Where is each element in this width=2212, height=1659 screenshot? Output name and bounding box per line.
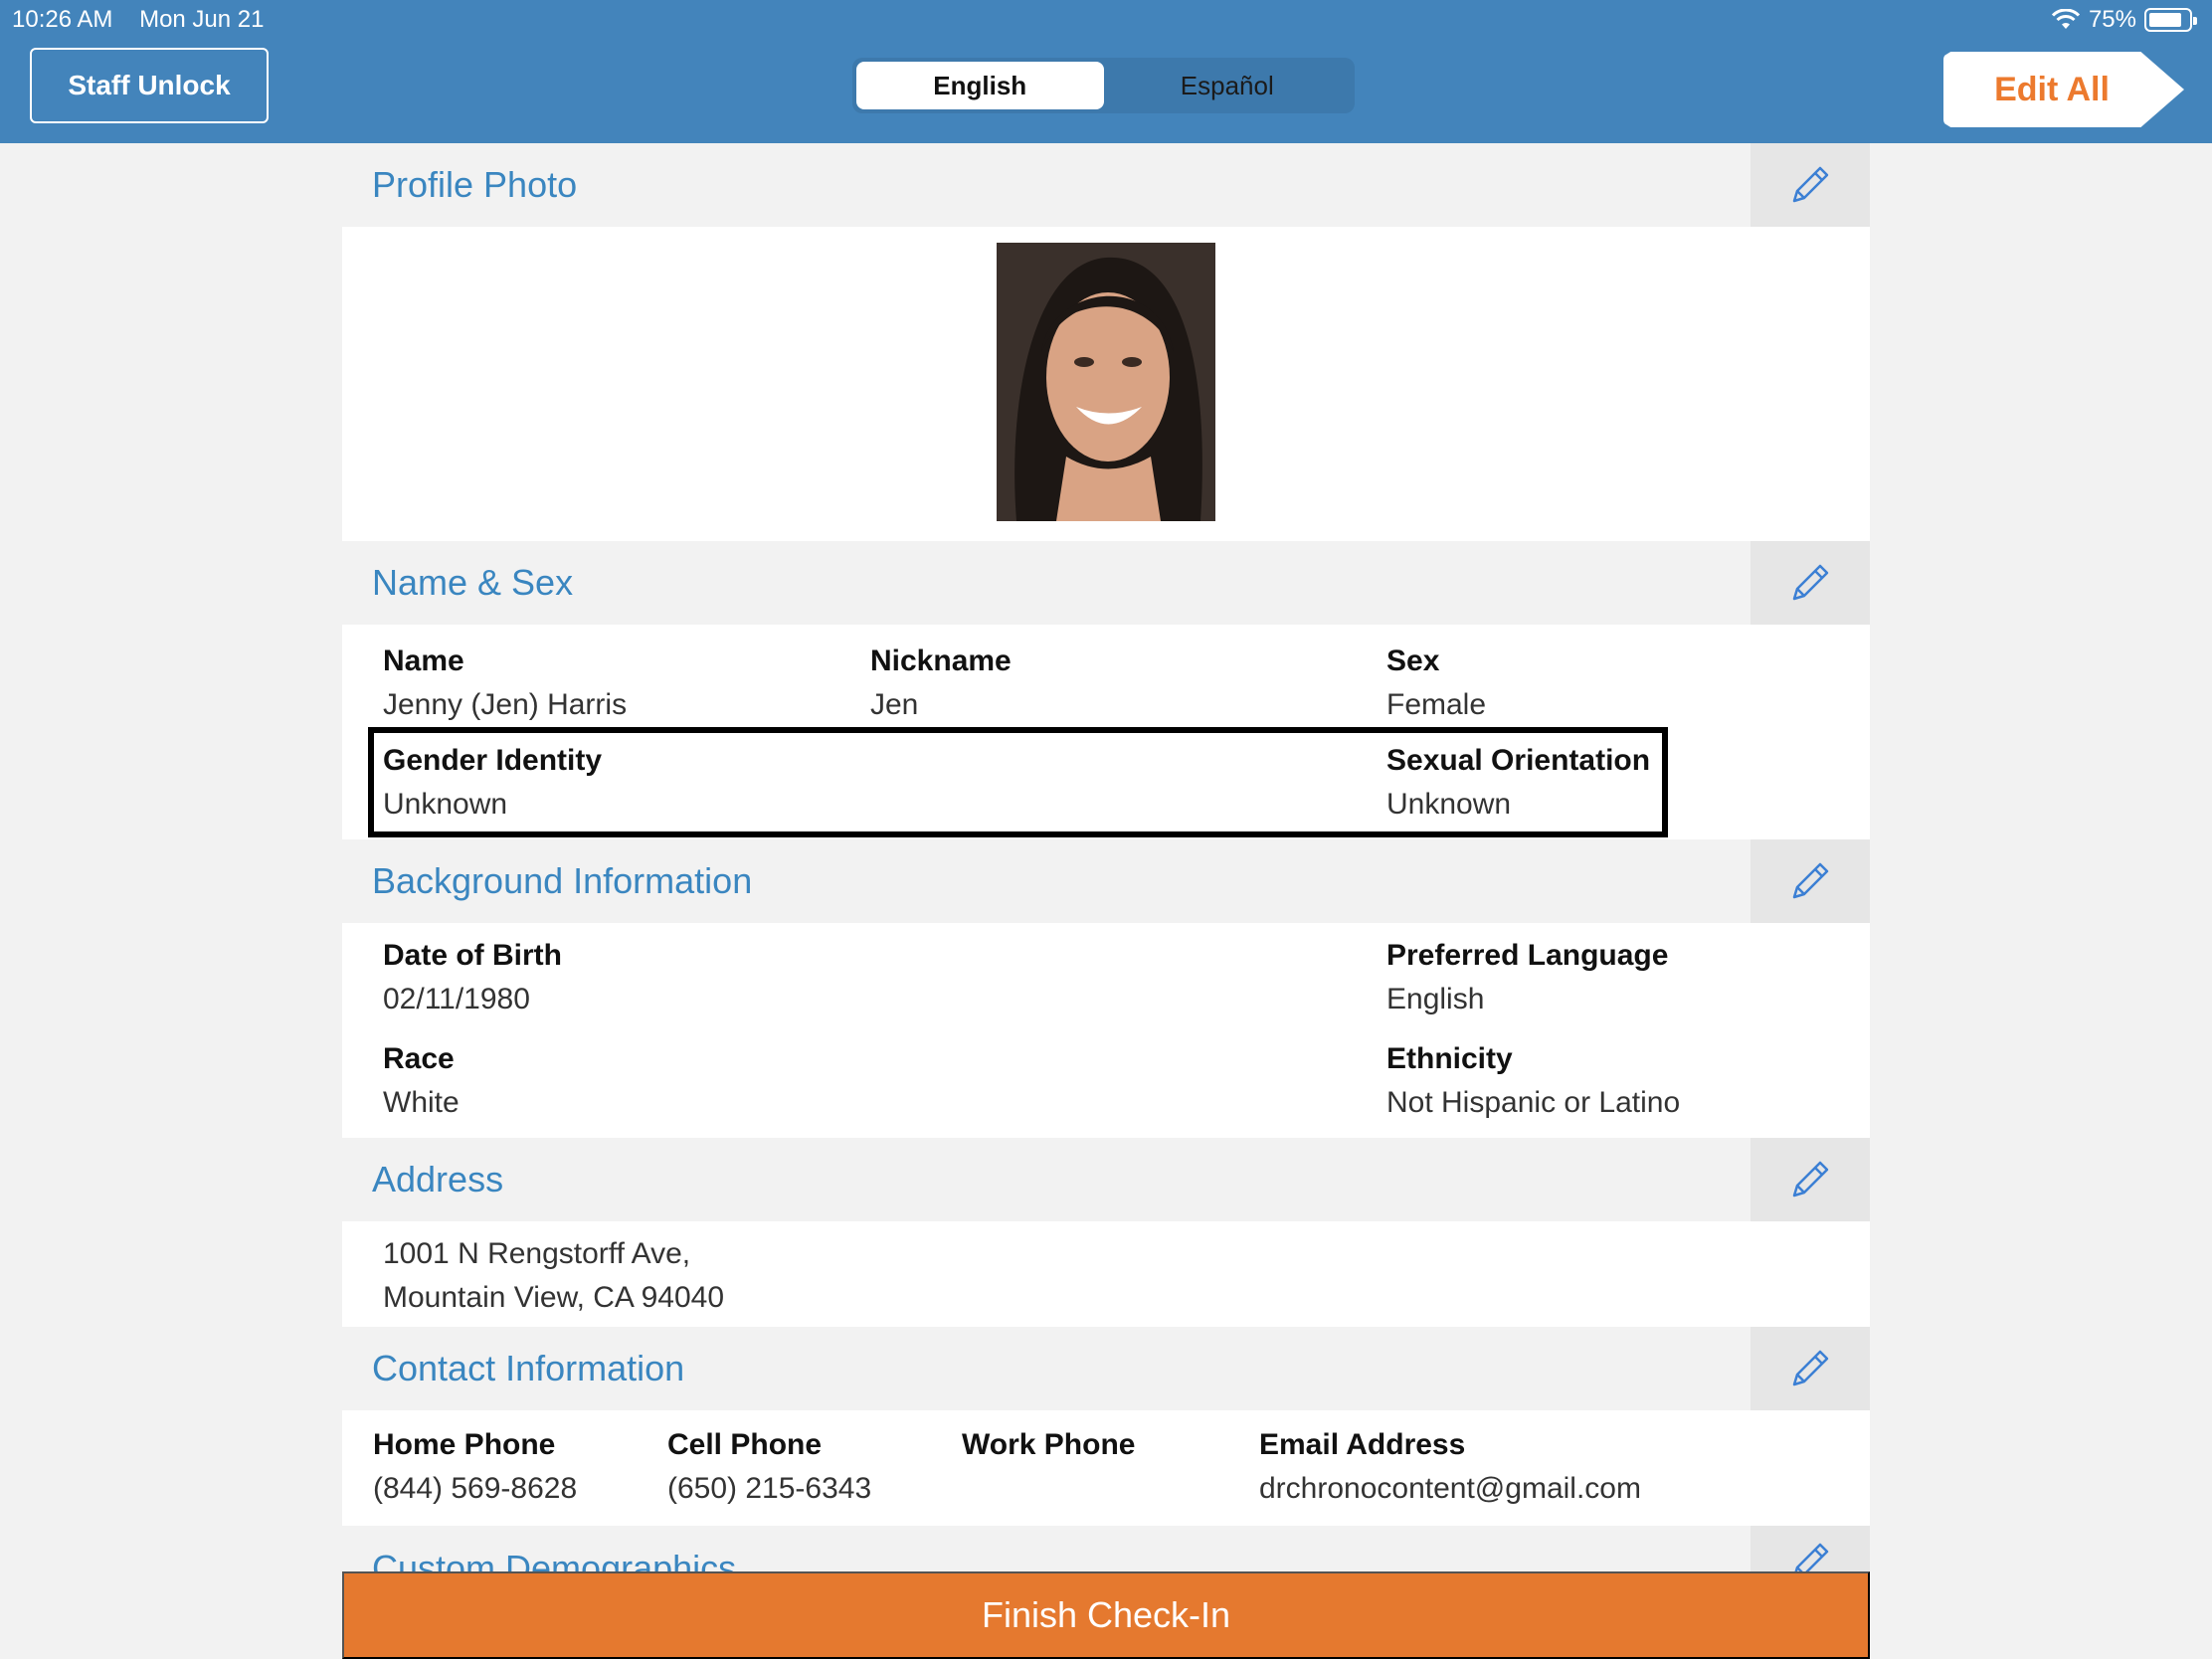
field-name: Name Jenny (Jen) Harris xyxy=(383,645,627,722)
language-english[interactable]: English xyxy=(856,62,1104,109)
battery-percent: 75% xyxy=(2088,6,2136,33)
field-value: Unknown xyxy=(1386,788,1512,821)
section-contact: Contact Information xyxy=(342,1327,1870,1410)
field-value: English xyxy=(1386,983,1485,1015)
edit-background-button[interactable] xyxy=(1751,839,1870,923)
field-label: Cell Phone xyxy=(667,1428,823,1461)
pencil-icon xyxy=(1792,862,1829,899)
status-clock: 10:26 AM xyxy=(12,6,113,33)
field-dob: Date of Birth 02/11/1980 xyxy=(383,939,562,1016)
language-espanol[interactable]: Español xyxy=(1104,62,1352,109)
section-title: Address xyxy=(372,1159,504,1199)
field-value: Not Hispanic or Latino xyxy=(1386,1086,1681,1119)
patient-profile: Profile Photo Name & Sex Name Jenny (Jen… xyxy=(342,143,1870,1571)
section-name-sex: Name & Sex xyxy=(342,541,1870,625)
field-label: Sexual Orientation xyxy=(1386,744,1651,777)
field-address: 1001 N Rengstorff Ave, Mountain View, CA… xyxy=(383,1237,724,1315)
field-work-phone: Work Phone xyxy=(962,1428,1135,1472)
section-background: Background Information xyxy=(342,839,1870,923)
field-label: Email Address xyxy=(1259,1428,1466,1461)
edit-name-sex-button[interactable] xyxy=(1751,541,1870,625)
field-race: Race White xyxy=(383,1042,460,1120)
field-label: Preferred Language xyxy=(1386,939,1669,972)
edit-profile-photo-button[interactable] xyxy=(1751,143,1870,227)
field-label: Sex xyxy=(1386,645,1440,677)
pencil-icon xyxy=(1792,564,1829,601)
field-value: drchronocontent@gmail.com xyxy=(1259,1472,1641,1505)
field-sex: Sex Female xyxy=(1386,645,1486,722)
battery-icon xyxy=(2144,8,2197,32)
language-selector[interactable]: English Español xyxy=(852,58,1355,113)
finish-check-in-button[interactable]: Finish Check-In xyxy=(342,1571,1870,1659)
field-value: White xyxy=(383,1086,460,1119)
field-value: (650) 215-6343 xyxy=(667,1472,872,1505)
field-label: Ethnicity xyxy=(1386,1042,1513,1075)
edit-all-button[interactable]: Edit All xyxy=(1943,52,2184,127)
edit-all-label: Edit All xyxy=(1994,70,2110,108)
section-custom-demographics: Custom Demographics xyxy=(342,1526,1870,1571)
field-label: Home Phone xyxy=(373,1428,556,1461)
address-line1: 1001 N Rengstorff Ave, xyxy=(383,1237,691,1270)
field-value: Jenny (Jen) Harris xyxy=(383,688,628,721)
section-address: Address xyxy=(342,1138,1870,1221)
field-label: Gender Identity xyxy=(383,744,603,777)
edit-contact-button[interactable] xyxy=(1751,1327,1870,1410)
field-label: Race xyxy=(383,1042,455,1075)
section-title: Background Information xyxy=(372,860,753,901)
section-title: Name & Sex xyxy=(372,562,574,603)
pencil-icon xyxy=(1792,1350,1829,1386)
field-label: Name xyxy=(383,645,464,677)
field-value: Unknown xyxy=(383,788,508,821)
field-sexual-orientation: Sexual Orientation Unknown xyxy=(1386,744,1650,822)
field-home-phone: Home Phone (844) 569-8628 xyxy=(373,1428,577,1506)
field-ethnicity: Ethnicity Not Hispanic or Latino xyxy=(1386,1042,1680,1120)
field-value: Jen xyxy=(870,688,919,721)
section-title: Contact Information xyxy=(372,1348,685,1388)
field-value: 02/11/1980 xyxy=(383,983,530,1015)
field-label: Work Phone xyxy=(962,1428,1136,1461)
pencil-icon xyxy=(1792,166,1829,203)
section-title: Custom Demographics xyxy=(372,1548,737,1571)
status-time: 10:26 AM Mon Jun 21 xyxy=(12,6,265,34)
field-cell-phone: Cell Phone (650) 215-6343 xyxy=(667,1428,871,1506)
edit-custom-demographics-button[interactable] xyxy=(1751,1526,1870,1571)
status-date: Mon Jun 21 xyxy=(139,6,265,33)
field-value: Female xyxy=(1386,688,1487,721)
profile-photo-image xyxy=(997,243,1215,521)
wifi-icon xyxy=(2051,9,2081,29)
section-title: Profile Photo xyxy=(372,164,578,205)
status-right: 75% xyxy=(2051,6,2197,34)
staff-unlock-button[interactable]: Staff Unlock xyxy=(30,48,269,123)
pencil-icon xyxy=(1792,1161,1829,1198)
edit-address-button[interactable] xyxy=(1751,1138,1870,1221)
field-nickname: Nickname Jen xyxy=(870,645,1012,722)
field-preferred-language: Preferred Language English xyxy=(1386,939,1668,1016)
top-bar: 10:26 AM Mon Jun 21 75% Staff Unlock Eng… xyxy=(0,0,2212,143)
field-label: Date of Birth xyxy=(383,939,562,972)
field-gender-identity: Gender Identity Unknown xyxy=(383,744,602,822)
address-line2: Mountain View, CA 94040 xyxy=(383,1281,725,1314)
section-profile-photo: Profile Photo xyxy=(342,143,1870,227)
profile-photo xyxy=(997,243,1215,521)
field-value: (844) 569-8628 xyxy=(373,1472,578,1505)
field-label: Nickname xyxy=(870,645,1012,677)
field-email: Email Address drchronocontent@gmail.com xyxy=(1259,1428,1641,1506)
pencil-icon xyxy=(1794,1543,1829,1571)
